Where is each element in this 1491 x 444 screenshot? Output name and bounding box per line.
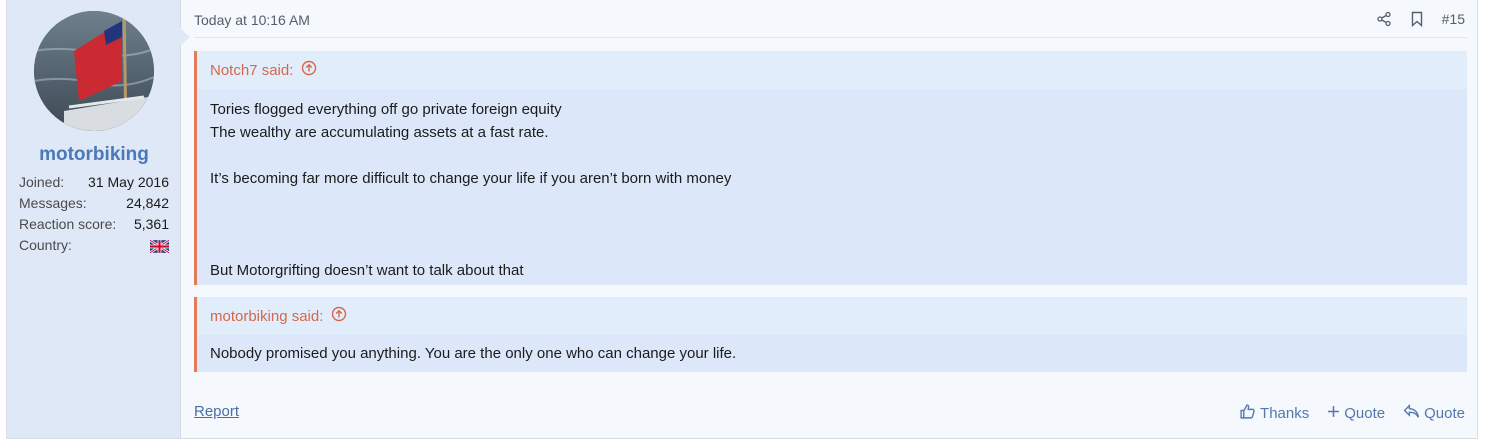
quote-header[interactable]: Notch7 said: (197, 51, 1467, 89)
avatar-image (34, 11, 154, 131)
arrow-up-circle-icon[interactable] (331, 306, 347, 326)
quote-line: It’s becoming far more difficult to chan… (210, 170, 732, 187)
quote-line (210, 213, 1454, 236)
stat-reaction-score: Reaction score: 5,361 (19, 214, 169, 235)
quote-content: Nobody promised you anything. You are th… (197, 335, 1467, 365)
bookmark-icon[interactable] (1410, 11, 1424, 27)
quote-content: Tories flogged everything off go private… (197, 89, 1467, 282)
stat-label: Messages: (19, 195, 87, 211)
quote-block: Notch7 said: Tories flogged everything o… (194, 51, 1467, 285)
stat-label: Country: (19, 237, 72, 253)
stat-value: 5,361 (133, 216, 169, 232)
quote-line (210, 190, 1454, 213)
stat-messages: Messages: 24,842 (19, 193, 169, 214)
reply-icon (1403, 403, 1420, 423)
quote-author[interactable]: motorbiking said: (210, 308, 323, 325)
post-footer: Report Thanks Quote Quote (194, 400, 1467, 426)
stat-value: 31 May 2016 (88, 174, 169, 190)
quote-line: Nobody promised you anything. You are th… (210, 345, 737, 362)
thumbs-up-icon (1239, 403, 1256, 424)
share-icon[interactable] (1376, 11, 1392, 27)
post-header: Today at 10:16 AM #15 (194, 0, 1467, 38)
quote-block: motorbiking said: Nobody promised you an… (194, 297, 1467, 372)
post-header-actions: #15 (1376, 11, 1465, 27)
avatar[interactable] (34, 11, 154, 131)
quote-line: The wealthy are accumulating assets at a… (210, 124, 549, 141)
user-panel: motorbiking Joined: 31 May 2016 Messages… (7, 0, 190, 438)
post-reactions: Thanks Quote Quote (1239, 403, 1465, 424)
quote-header[interactable]: motorbiking said: (197, 297, 1467, 335)
thanks-label: Thanks (1260, 405, 1310, 422)
username[interactable]: motorbiking (7, 144, 181, 166)
stat-value: 24,842 (126, 195, 169, 211)
post-number[interactable]: #15 (1442, 11, 1465, 27)
multi-quote-button[interactable]: Quote (1327, 403, 1385, 424)
quote-line: Tories flogged everything off go private… (210, 101, 562, 118)
quote-author[interactable]: Notch7 said: (210, 62, 293, 79)
quote-label: Quote (1424, 405, 1465, 422)
thanks-button[interactable]: Thanks (1239, 403, 1309, 424)
user-stats: Joined: 31 May 2016 Messages: 24,842 Rea… (19, 172, 170, 256)
quote-line: But Motorgrifting doesn’t want to talk a… (210, 262, 524, 279)
report-link[interactable]: Report (194, 403, 239, 420)
post-date[interactable]: Today at 10:16 AM (194, 12, 310, 28)
uk-flag-icon (149, 238, 170, 254)
stat-joined: Joined: 31 May 2016 (19, 172, 169, 193)
stat-country: Country: (19, 235, 170, 256)
multi-quote-label: Quote (1344, 405, 1386, 422)
stat-label: Reaction score: (19, 216, 117, 232)
quote-line (210, 144, 1454, 167)
forum-post: motorbiking Joined: 31 May 2016 Messages… (6, 0, 1478, 439)
post-main: Today at 10:16 AM #15 Notch7 said: Torie… (194, 0, 1467, 438)
plus-icon (1327, 405, 1340, 422)
stat-label: Joined: (19, 174, 65, 190)
quote-button[interactable]: Quote (1403, 403, 1465, 424)
arrow-up-circle-icon[interactable] (301, 60, 317, 80)
quote-line (210, 236, 1454, 259)
